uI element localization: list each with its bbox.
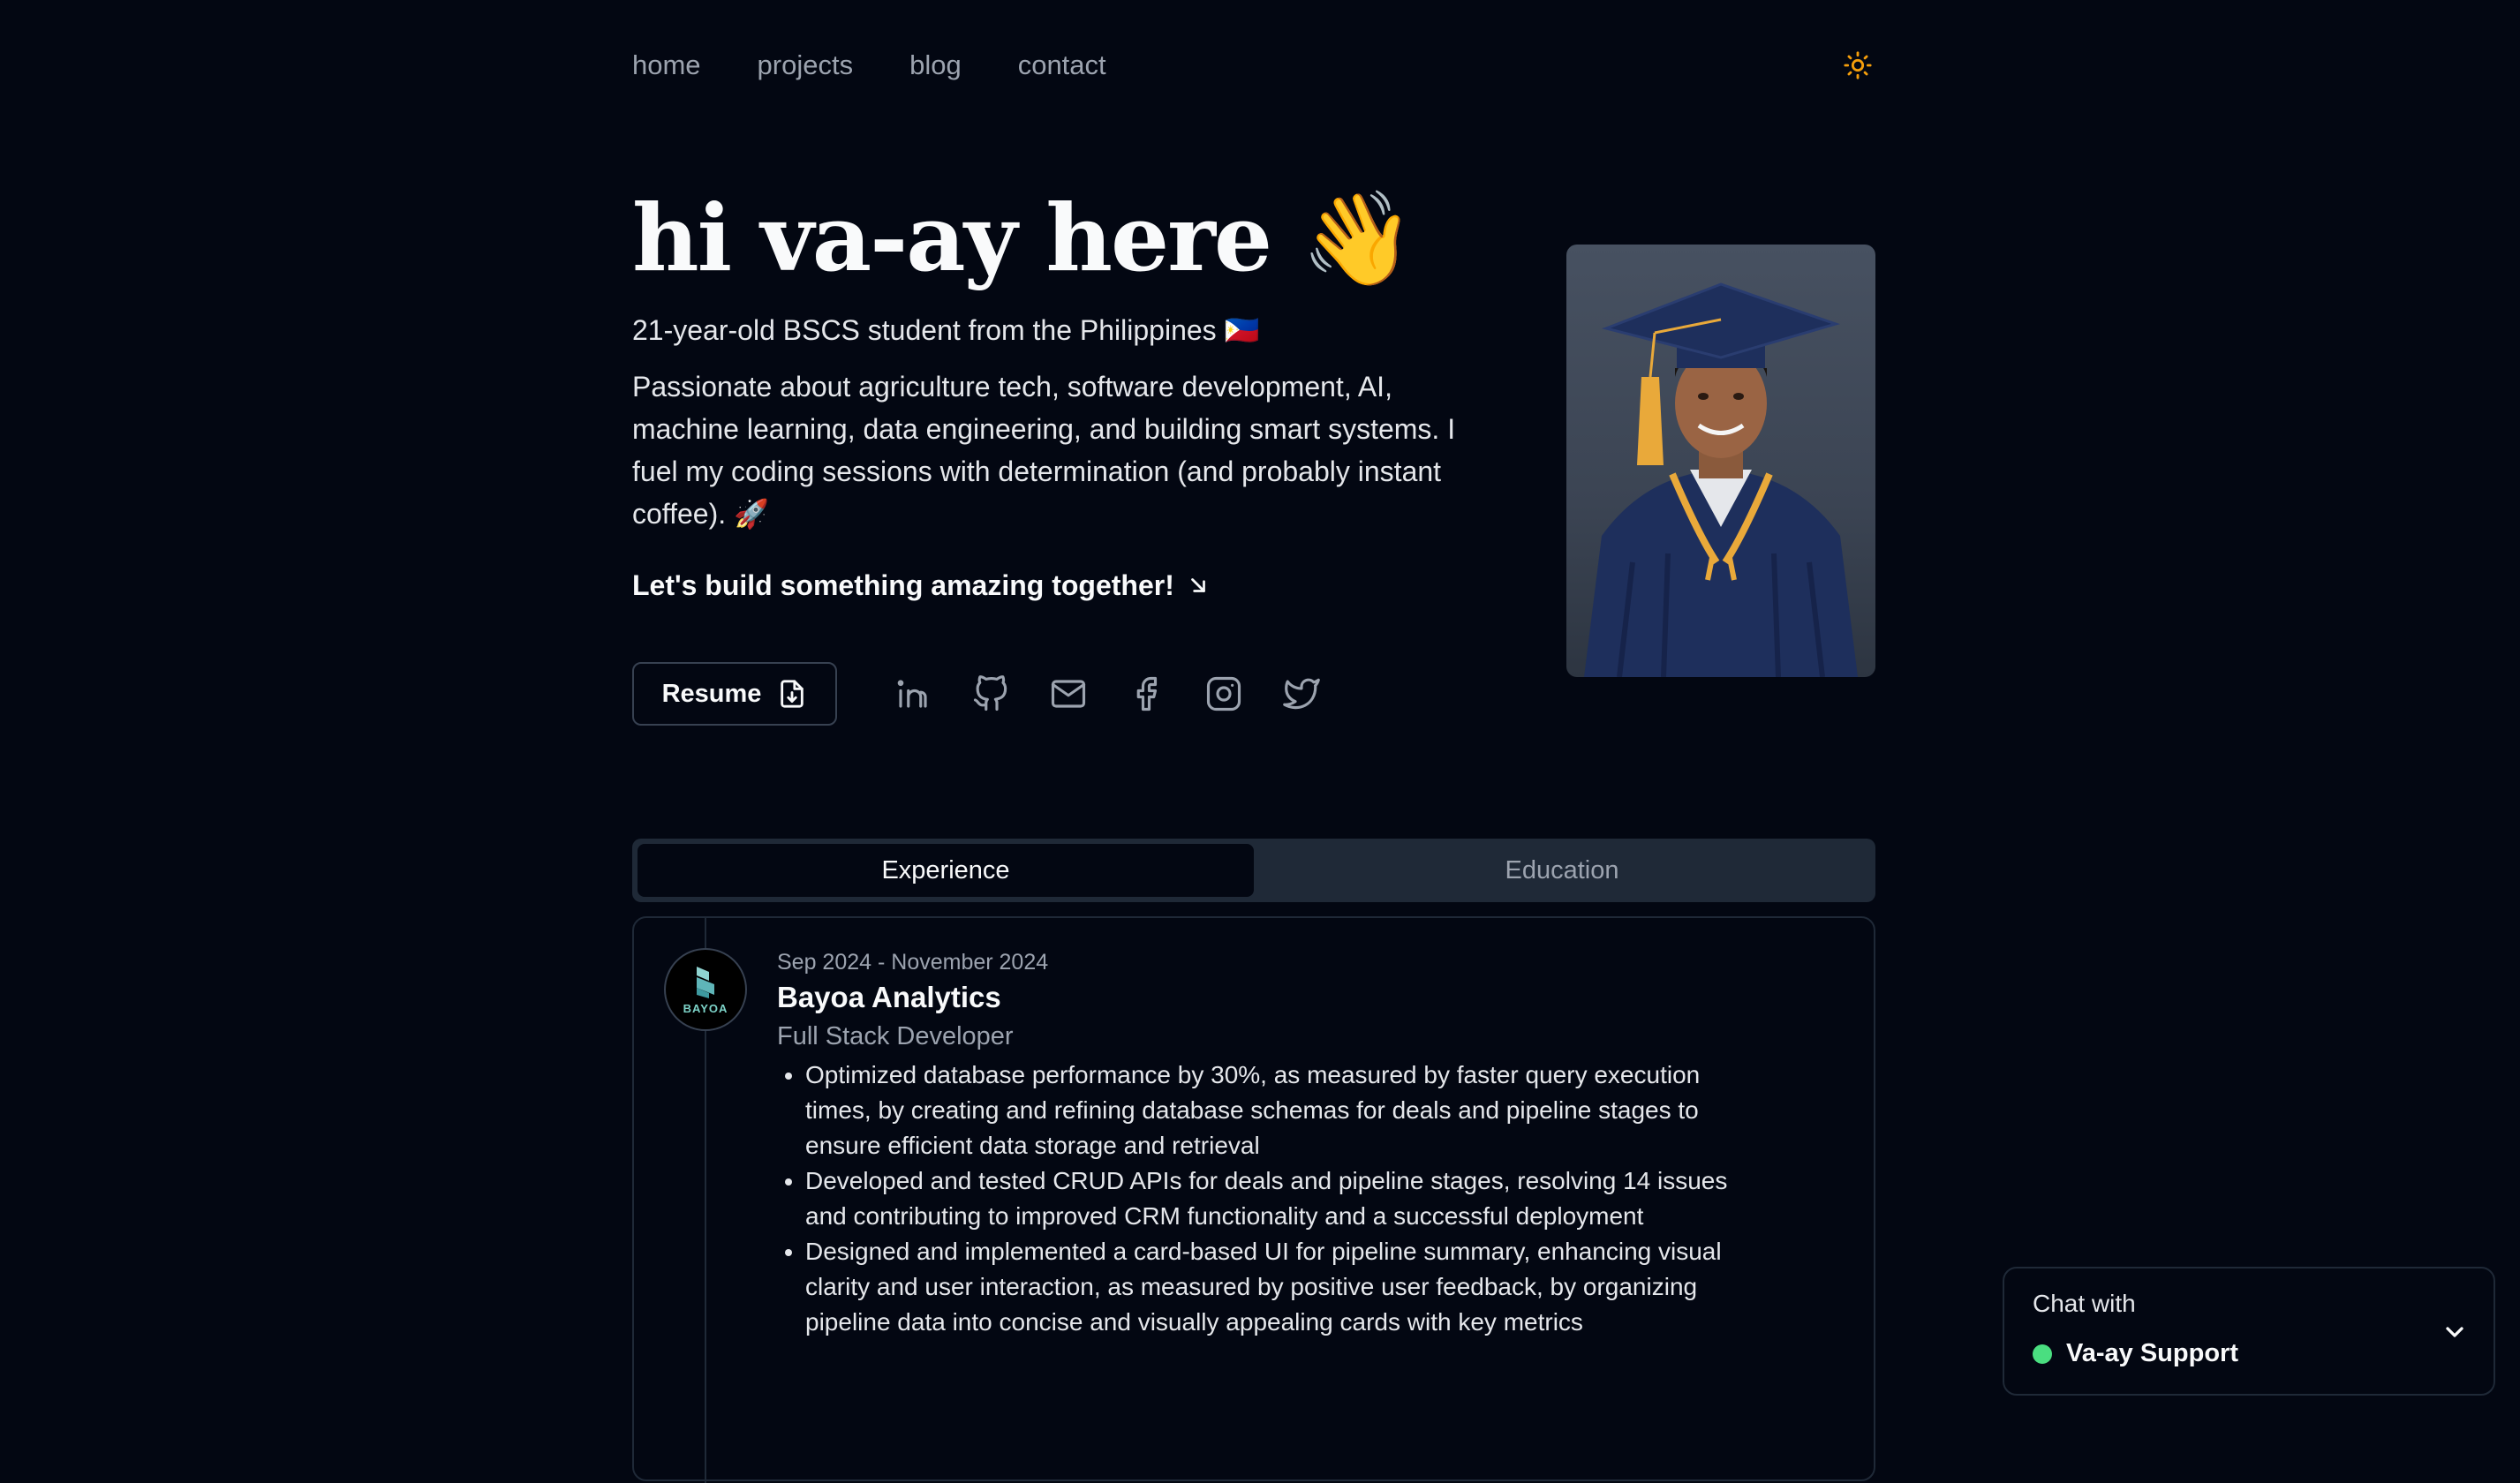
github-link[interactable] <box>970 673 1012 715</box>
hero-subtitle: 21-year-old BSCS student from the Philip… <box>632 314 1260 346</box>
theme-toggle-button[interactable] <box>1840 48 1875 83</box>
nav-link-home[interactable]: home <box>632 44 701 87</box>
graduate-portrait <box>1584 282 1858 677</box>
hero-cta-label: Let's build something amazing together! <box>632 569 1174 601</box>
twitter-icon <box>1283 678 1320 710</box>
nav-link-contact[interactable]: contact <box>1018 44 1106 87</box>
experience-education-tabs: Experience Education <box>632 839 1875 902</box>
hero-description: Passionate about agriculture tech, softw… <box>632 371 1456 530</box>
experience-date: Sep 2024 - November 2024 <box>777 950 1049 975</box>
experience-card: BAYOA Sep 2024 - November 2024 Bayoa Ana… <box>632 916 1875 1483</box>
email-link[interactable] <box>1047 673 1090 715</box>
bayoa-logo-icon <box>697 966 714 998</box>
linkedin-link[interactable] <box>892 673 934 715</box>
hero-title: hi va-ay here 👋 <box>632 184 1415 292</box>
chevron-down-icon[interactable] <box>2441 1318 2469 1346</box>
hero-cta[interactable]: Let's build something amazing together! <box>632 564 1210 606</box>
resume-label: Resume <box>661 679 762 708</box>
chat-agent-name: Va-ay Support <box>2066 1339 2238 1367</box>
mail-icon <box>1051 680 1086 708</box>
facebook-icon <box>1136 676 1158 711</box>
nav-links: home projects blog contact <box>632 44 1106 87</box>
social-links <box>892 673 1323 715</box>
chat-agent: Va-ay Support <box>2033 1339 2238 1368</box>
instagram-icon <box>1206 676 1241 711</box>
chat-widget[interactable]: Chat with Va-ay Support <box>2003 1267 2495 1396</box>
resume-button[interactable]: Resume <box>632 662 837 726</box>
nav-link-projects[interactable]: projects <box>758 44 854 87</box>
profile-photo <box>1566 245 1875 677</box>
tab-experience[interactable]: Experience <box>638 844 1254 897</box>
online-status-dot <box>2033 1344 2052 1364</box>
arrow-down-right-icon <box>1191 578 1205 592</box>
twitter-link[interactable] <box>1280 673 1323 715</box>
instagram-link[interactable] <box>1203 673 1245 715</box>
sun-icon <box>1844 51 1872 79</box>
nav-link-blog[interactable]: blog <box>909 44 962 87</box>
top-nav: home projects blog contact <box>632 44 1875 87</box>
experience-bullet: Optimized database performance by 30%, a… <box>805 1058 1741 1163</box>
tab-education[interactable]: Education <box>1254 844 1870 897</box>
experience-company: Bayoa Analytics <box>777 981 1001 1013</box>
company-logo: BAYOA <box>664 948 747 1031</box>
company-logo-text: BAYOA <box>683 1001 728 1015</box>
file-download-icon <box>781 680 804 708</box>
experience-role: Full Stack Developer <box>777 1022 1014 1050</box>
experience-bullet: Developed and tested CRUD APIs for deals… <box>805 1163 1741 1234</box>
chat-label: Chat with <box>2033 1290 2136 1317</box>
experience-bullet: Designed and implemented a card-based UI… <box>805 1234 1741 1340</box>
linkedin-icon <box>897 680 927 708</box>
github-icon <box>973 675 1007 711</box>
facebook-link[interactable] <box>1125 673 1167 715</box>
experience-bullets: Optimized database performance by 30%, a… <box>777 1058 1741 1340</box>
